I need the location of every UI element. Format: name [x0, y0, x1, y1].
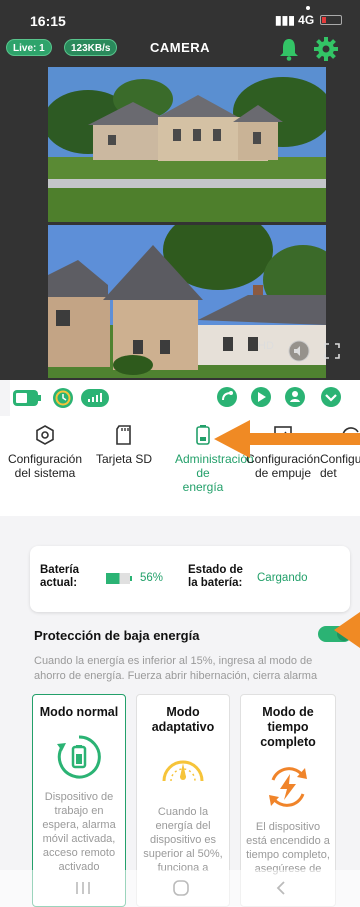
mode-title: Modo de tiempo completo: [260, 705, 316, 749]
hd-quality-button[interactable]: HD: [258, 340, 274, 362]
gear-icon[interactable]: [313, 36, 339, 62]
lightning-cycle-icon: [269, 767, 307, 807]
mode-title: Modo normal: [39, 705, 119, 719]
bell-icon[interactable]: [276, 36, 302, 62]
battery-status-icon[interactable]: [12, 388, 42, 408]
battery-level-icon: [106, 573, 132, 584]
annotation-arrow-tab: [214, 420, 360, 458]
app-header: Live: 1 123KB/s CAMERA: [0, 36, 360, 62]
mode-title: Modo adaptativo: [151, 705, 215, 734]
clock-icon[interactable]: [52, 387, 74, 409]
tab-label: Configuración del sistema: [7, 452, 83, 480]
video-frame-bottom[interactable]: [48, 225, 326, 378]
fullscreen-icon[interactable]: [322, 340, 342, 362]
tab-label: Tarjeta SD: [95, 452, 153, 466]
battery-current-label: Batería actual:: [40, 564, 79, 589]
battery-state-label: Estado de la batería:: [188, 564, 243, 589]
recent-apps-icon[interactable]: [74, 879, 92, 897]
status-bar: 16:15 ▮▮▮ 4G: [0, 0, 360, 36]
live-badge: Live: 1: [6, 39, 52, 56]
page-title: CAMERA: [150, 40, 211, 55]
camera-view-area: 16:15 ▮▮▮ 4G Live: 1 123KB/s CAMERA HD: [0, 0, 360, 380]
low-power-title: Protección de baja energía: [34, 628, 200, 643]
tab-sd-card[interactable]: Tarjeta SD: [84, 416, 164, 466]
gauge-icon: [162, 760, 204, 782]
control-toolbar: [10, 380, 360, 416]
bitrate-badge: 123KB/s: [64, 39, 118, 56]
tab-system-config[interactable]: Configuración del sistema: [5, 416, 85, 480]
mode-description: El dispositivo está encendido a tiempo c…: [246, 821, 330, 875]
signal-icon: ▮▮▮: [275, 13, 299, 27]
battery-card: Batería actual: 56% Estado de la batería…: [30, 546, 350, 612]
annotation-arrow-toggle: [334, 612, 360, 648]
battery-cycle-icon: [57, 735, 101, 779]
network-type: 4G: [298, 13, 315, 27]
hexagon-gear-icon: [36, 425, 54, 445]
camera-dot-icon: [306, 6, 310, 10]
sd-card-icon: [116, 425, 131, 445]
battery-icon: [320, 15, 342, 25]
status-time: 16:15: [30, 13, 66, 29]
snapshot-icon[interactable]: [216, 386, 238, 408]
back-icon[interactable]: [272, 879, 290, 897]
battery-icon: [196, 425, 210, 445]
network-label: ▮▮▮ 4G: [275, 13, 314, 27]
mode-description: Cuando la energía del dispositivo es sup…: [143, 806, 223, 874]
mode-description: Dispositivo de trabajo en espera, alarma…: [42, 791, 116, 873]
phone-screen: 16:15 ▮▮▮ 4G Live: 1 123KB/s CAMERA HD C…: [0, 0, 360, 907]
power-management-panel: Batería actual: 56% Estado de la batería…: [10, 516, 360, 907]
record-icon[interactable]: [284, 386, 306, 408]
battery-state: Cargando: [257, 572, 308, 584]
low-power-description: Cuando la energía es inferior al 15%, in…: [34, 655, 318, 682]
chevron-down-icon[interactable]: [320, 386, 342, 408]
speaker-icon[interactable]: [288, 340, 310, 362]
video-frame-top[interactable]: [48, 67, 326, 222]
system-nav-bar: [0, 870, 360, 907]
home-icon[interactable]: [172, 879, 190, 897]
signal-strength-icon[interactable]: [80, 388, 110, 408]
low-power-section: Protección de baja energía Cuando la ene…: [30, 620, 352, 690]
battery-percent: 56%: [140, 572, 164, 584]
play-icon[interactable]: [250, 386, 272, 408]
